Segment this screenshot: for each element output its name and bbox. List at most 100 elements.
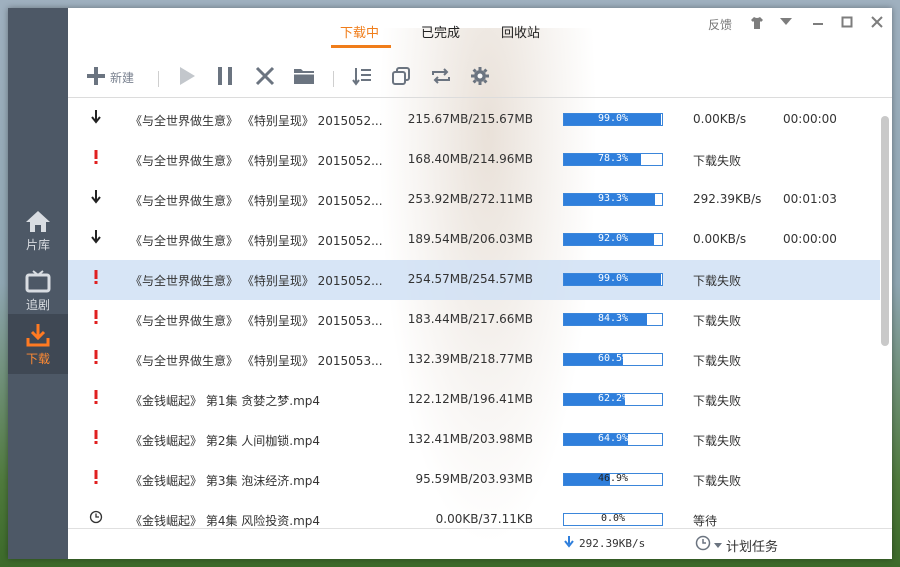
download-row[interactable]: 《与全世界做生意》 《特别呈现》 2015052... 215.67MB/215.… [68,100,880,140]
maximize-icon[interactable] [841,16,853,28]
download-speed: 下载失败 [693,434,742,448]
file-size: 183.44MB/217.66MB [407,312,533,326]
plus-icon [86,66,106,89]
download-row[interactable]: 《与全世界做生意》 《特别呈现》 2015053... 183.44MB/217.… [68,300,880,340]
progress-text: 93.3% [597,193,629,204]
download-arrow-icon [88,190,104,207]
progress-text: 46.9% [597,473,629,484]
copy-button[interactable] [391,64,411,90]
sort-button[interactable] [352,64,372,90]
progress-text: 60.5% [597,353,629,364]
file-name: 《金钱崛起》 第3集 泡沫经济.mp4 [130,474,321,488]
sidebar-item-library[interactable]: 片库 [8,200,68,260]
app-window: 片库 追剧 下载 下载中 已完成 回收站 反馈 新建 《与全世界做生意》 《特别… [8,8,892,559]
download-row[interactable]: 《金钱崛起》 第3集 泡沫经济.mp4 95.59MB/203.93MB 46.9%… [68,460,880,500]
file-size: 95.59MB/203.93MB [415,472,533,486]
tab-bar: 下载中 已完成 回收站 反馈 [68,8,892,50]
download-arrow-icon [88,230,104,247]
file-name: 《与全世界做生意》 《特别呈现》 2015052... [130,234,383,248]
progress-bar: 84.3% [563,313,663,326]
error-icon [88,430,104,447]
download-speed: 下载失败 [693,474,742,488]
sort-icon [352,66,372,89]
download-list: 《与全世界做生意》 《特别呈现》 2015052... 215.67MB/215.… [68,100,880,528]
download-speed: 0.00KB/s [693,232,747,246]
error-icon [88,270,104,287]
error-icon [88,150,104,167]
download-speed: 下载失败 [693,274,742,288]
file-name: 《金钱崛起》 第2集 人间枷锁.mp4 [130,434,321,448]
status-bar: 292.39KB/s 计划任务 [68,528,892,559]
file-size: 189.54MB/206.03MB [407,232,533,246]
progress-bar: 64.9% [563,433,663,446]
minimize-icon[interactable] [812,16,824,28]
file-name: 《与全世界做生意》 《特别呈现》 2015053... [130,314,383,328]
download-speed: 下载失败 [693,394,742,408]
progress-text: 84.3% [597,313,629,324]
tab-downloading[interactable]: 下载中 [340,22,379,41]
sidebar-item-series[interactable]: 追剧 [8,260,68,320]
repeat-icon [430,66,452,89]
download-row[interactable]: 《与全世界做生意》 《特别呈现》 2015053... 132.39MB/218.… [68,340,880,380]
total-speed: 292.39KB/s [564,536,645,551]
schedule-task-label: 计划任务 [726,539,779,555]
download-speed: 下载失败 [693,354,742,368]
file-size: 254.57MB/254.57MB [407,272,533,286]
remaining-time: 00:01:03 [783,192,837,206]
dropdown-icon[interactable] [780,18,792,26]
sidebar: 片库 追剧 下载 [8,8,68,559]
download-speed: 0.00KB/s [693,112,747,126]
open-folder-button[interactable] [293,64,315,90]
download-speed: 等待 [693,514,718,528]
progress-bar: 60.5% [563,353,663,366]
download-row[interactable]: 《金钱崛起》 第2集 人间枷锁.mp4 132.41MB/203.98MB 64.9… [68,420,880,460]
tab-recycle-bin[interactable]: 回收站 [501,22,540,41]
toolbar-divider [158,71,159,87]
download-arrow-icon [88,110,104,127]
download-row[interactable]: 《与全世界做生意》 《特别呈现》 2015052... 189.54MB/206.… [68,220,880,260]
pause-button[interactable] [216,64,234,90]
new-task-label: 新建 [110,70,135,85]
download-row[interactable]: 《与全世界做生意》 《特别呈现》 2015052... 168.40MB/214.… [68,140,880,180]
download-icon [25,322,51,348]
file-size: 132.39MB/218.77MB [407,352,533,366]
delete-button[interactable] [255,64,275,90]
tab-completed[interactable]: 已完成 [421,22,460,41]
progress-text: 62.2% [597,393,629,404]
file-name: 《与全世界做生意》 《特别呈现》 2015052... [130,114,383,128]
repeat-button[interactable] [430,64,452,90]
toolbar-divider [333,71,334,87]
download-row[interactable]: 《与全世界做生意》 《特别呈现》 2015052... 254.57MB/254.… [68,260,880,300]
file-name: 《与全世界做生意》 《特别呈现》 2015052... [130,194,383,208]
download-row[interactable]: 《金钱崛起》 第1集 贪婪之梦.mp4 122.12MB/196.41MB 62.2… [68,380,880,420]
progress-bar: 92.0% [563,233,663,246]
file-size: 0.00KB/37.11KB [435,512,533,526]
active-tab-indicator [331,45,391,48]
progress-bar: 62.2% [563,393,663,406]
schedule-task-button[interactable]: 计划任务 [695,535,778,555]
progress-bar: 99.0% [563,273,663,286]
scrollbar[interactable] [881,108,889,528]
scrollbar-thumb[interactable] [881,116,889,346]
close-icon[interactable] [871,16,883,28]
file-size: 168.40MB/214.96MB [407,152,533,166]
play-button[interactable] [178,64,196,90]
download-row[interactable]: 《金钱崛起》 第4集 风险投资.mp4 0.00KB/37.11KB 0.0% 等待 [68,500,880,528]
sidebar-item-label: 片库 [25,237,50,252]
settings-button[interactable] [470,64,490,90]
shirt-icon[interactable] [750,16,764,30]
new-task-button[interactable]: 新建 [86,64,134,90]
pause-icon [216,66,234,89]
sidebar-item-download[interactable]: 下载 [8,314,68,374]
progress-text: 99.0% [597,273,629,284]
settings-icon [470,66,490,89]
delete-icon [255,66,275,89]
file-name: 《金钱崛起》 第4集 风险投资.mp4 [130,514,321,528]
progress-bar: 46.9% [563,473,663,486]
error-icon [88,390,104,407]
sidebar-item-label: 下载 [25,351,50,366]
feedback-link[interactable]: 反馈 [708,16,732,33]
download-row[interactable]: 《与全世界做生意》 《特别呈现》 2015052... 253.92MB/272.… [68,180,880,220]
progress-text: 64.9% [597,433,629,444]
download-speed: 下载失败 [693,154,742,168]
